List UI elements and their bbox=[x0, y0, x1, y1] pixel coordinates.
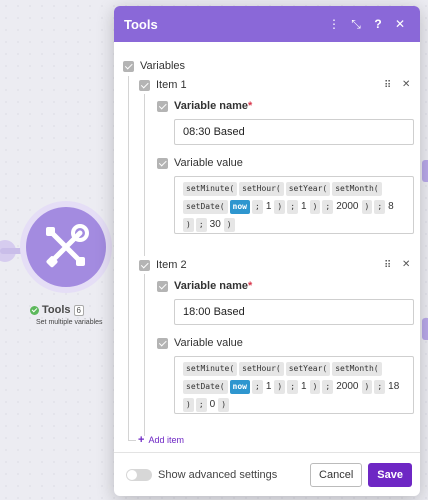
number-literal: 1 bbox=[301, 201, 307, 212]
cancel-button[interactable]: Cancel bbox=[310, 462, 363, 487]
number-literal: 8 bbox=[388, 201, 394, 212]
function-token: setMonth( bbox=[332, 362, 382, 376]
tree-line bbox=[128, 76, 129, 440]
number-literal: 0 bbox=[209, 399, 216, 410]
close-icon[interactable]: ✕ bbox=[390, 17, 410, 31]
dialog-footer: Show advanced settings Cancel Save bbox=[114, 452, 420, 496]
function-token: ; bbox=[322, 200, 334, 214]
variable-value-checkbox[interactable] bbox=[157, 158, 168, 169]
add-item-label: Add item bbox=[148, 435, 184, 445]
save-button[interactable]: Save bbox=[368, 462, 412, 487]
function-token: setHour( bbox=[239, 182, 284, 196]
function-token: setDate( bbox=[183, 380, 228, 394]
number-literal: 1 bbox=[265, 381, 272, 392]
node-subtitle: Set multiple variables bbox=[36, 319, 103, 326]
function-token: ; bbox=[287, 380, 299, 394]
variable-value-expression[interactable]: setMinute(setHour(setYear(setMonth( setDa… bbox=[174, 176, 414, 234]
function-token: ; bbox=[251, 200, 263, 214]
item-1-checkbox[interactable] bbox=[139, 80, 150, 91]
function-token: ; bbox=[374, 200, 386, 214]
add-item-button[interactable]: + Add item bbox=[138, 434, 184, 446]
tools-settings-dialog: Tools ⋮ ⤡ ? ✕ Variables Item 1 ⠿ ✕ Varia… bbox=[114, 6, 420, 496]
item-2-tree-line bbox=[144, 274, 145, 436]
dialog-title: Tools bbox=[124, 16, 158, 32]
function-token: ; bbox=[195, 398, 207, 412]
function-token: ) bbox=[218, 398, 230, 412]
function-token: ; bbox=[322, 380, 334, 394]
number-literal: 1 bbox=[265, 201, 272, 212]
function-token: ; bbox=[287, 200, 299, 214]
variable-pill: now bbox=[229, 200, 250, 214]
function-token: setDate( bbox=[183, 200, 228, 214]
function-token: ) bbox=[223, 218, 235, 232]
function-token: ; bbox=[251, 380, 263, 394]
variable-name-checkbox[interactable] bbox=[157, 281, 168, 292]
help-icon[interactable]: ? bbox=[368, 17, 388, 31]
function-token: setMonth( bbox=[332, 182, 382, 196]
variable-name-label: Variable name* bbox=[174, 100, 253, 112]
function-token: setMinute( bbox=[183, 362, 238, 376]
function-token: setYear( bbox=[285, 362, 331, 376]
right-connector-stub bbox=[422, 160, 428, 182]
advanced-settings-label: Show advanced settings bbox=[158, 468, 278, 481]
function-token: setHour( bbox=[239, 362, 284, 376]
remove-item-1-icon[interactable]: ✕ bbox=[402, 79, 410, 90]
tools-node-circle[interactable] bbox=[26, 207, 106, 287]
plus-icon: + bbox=[138, 434, 145, 446]
variable-name-input[interactable]: 08:30 Based bbox=[174, 119, 414, 145]
function-token: ; bbox=[374, 380, 386, 394]
function-token: ) bbox=[361, 380, 373, 394]
expand-icon[interactable]: ⤡ bbox=[346, 17, 366, 32]
node-badge: 6 bbox=[73, 304, 84, 316]
number-literal: 2000 bbox=[336, 381, 359, 392]
number-literal: 1 bbox=[301, 381, 307, 392]
function-token: ) bbox=[183, 398, 194, 412]
variable-pill: now bbox=[229, 380, 250, 394]
drag-handle-icon[interactable]: ⠿ bbox=[384, 80, 391, 91]
variable-value-label: Variable value bbox=[174, 337, 243, 349]
function-token: setMinute( bbox=[183, 182, 238, 196]
item-1-tree-line bbox=[144, 94, 145, 256]
variable-name-input[interactable]: 18:00 Based bbox=[174, 299, 414, 325]
tree-branch bbox=[128, 440, 136, 441]
function-token: ) bbox=[309, 200, 321, 214]
number-literal: 30 bbox=[209, 219, 221, 230]
variables-checkbox[interactable] bbox=[123, 61, 134, 72]
tools-icon bbox=[46, 224, 89, 268]
node-label: Tools 6 bbox=[30, 304, 84, 316]
kebab-icon[interactable]: ⋮ bbox=[324, 17, 344, 31]
item-2-label: Item 2 bbox=[156, 259, 187, 271]
variable-value-checkbox[interactable] bbox=[157, 338, 168, 349]
drag-handle-icon[interactable]: ⠿ bbox=[384, 260, 391, 271]
item-1-label: Item 1 bbox=[156, 79, 187, 91]
function-token: ; bbox=[195, 218, 207, 232]
variables-label: Variables bbox=[140, 60, 186, 72]
right-connector-stub bbox=[422, 318, 428, 340]
function-token: setYear( bbox=[285, 182, 331, 196]
function-token: ) bbox=[274, 380, 286, 394]
dialog-body: Variables Item 1 ⠿ ✕ Variable name* 08:3… bbox=[114, 42, 420, 452]
success-check-icon bbox=[30, 305, 39, 315]
advanced-settings-toggle[interactable] bbox=[126, 468, 152, 481]
variable-value-label: Variable value bbox=[174, 157, 243, 169]
variable-value-expression[interactable]: setMinute(setHour(setYear(setMonth( setDa… bbox=[174, 356, 414, 414]
number-literal: 18 bbox=[388, 381, 400, 392]
number-literal: 2000 bbox=[336, 201, 359, 212]
function-token: ) bbox=[309, 380, 321, 394]
function-token: ) bbox=[183, 218, 194, 232]
tools-module-node[interactable] bbox=[20, 201, 112, 293]
item-2-checkbox[interactable] bbox=[139, 260, 150, 271]
variable-name-label: Variable name* bbox=[174, 280, 253, 292]
function-token: ) bbox=[361, 200, 373, 214]
dialog-header: Tools ⋮ ⤡ ? ✕ bbox=[114, 6, 420, 42]
function-token: ) bbox=[274, 200, 286, 214]
remove-item-2-icon[interactable]: ✕ bbox=[402, 259, 410, 270]
variable-name-checkbox[interactable] bbox=[157, 101, 168, 112]
node-title: Tools bbox=[42, 304, 71, 316]
